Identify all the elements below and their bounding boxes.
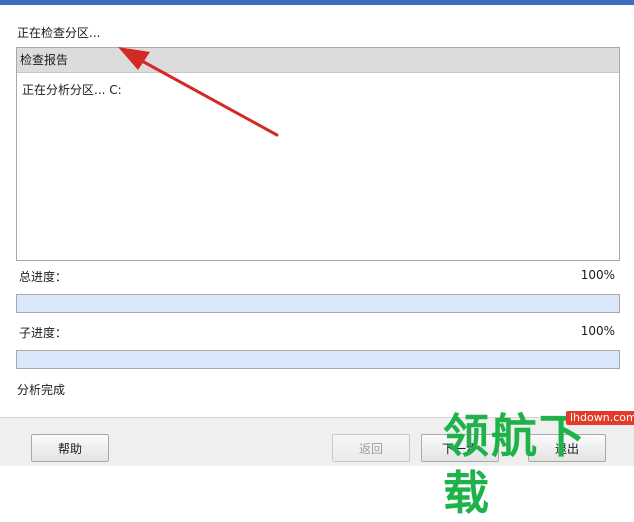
back-button[interactable]: 返回 bbox=[332, 434, 410, 462]
total-progress-fill bbox=[17, 295, 619, 312]
sub-progress-percent: 100% bbox=[580, 324, 615, 338]
sub-progress-fill bbox=[17, 351, 619, 368]
total-progress-percent: 100% bbox=[580, 268, 615, 282]
report-panel[interactable]: 检查报告 正在分析分区... C: bbox=[16, 47, 620, 261]
sub-progress-label: 子进度： bbox=[19, 326, 68, 340]
report-header: 检查报告 bbox=[17, 48, 619, 73]
watermark-logo: 领航下载 bbox=[443, 409, 587, 520]
watermark-url: lhdown.com bbox=[566, 411, 634, 425]
help-button[interactable]: 帮助 bbox=[31, 434, 109, 462]
report-line: 正在分析分区... C: bbox=[22, 83, 122, 97]
total-progress-bar bbox=[16, 294, 620, 313]
final-status: 分析完成 bbox=[17, 383, 66, 397]
sub-progress-bar bbox=[16, 350, 620, 369]
total-progress-label: 总进度： bbox=[19, 270, 68, 284]
status-heading: 正在检查分区... bbox=[17, 26, 101, 40]
window-title-strip bbox=[0, 0, 634, 5]
